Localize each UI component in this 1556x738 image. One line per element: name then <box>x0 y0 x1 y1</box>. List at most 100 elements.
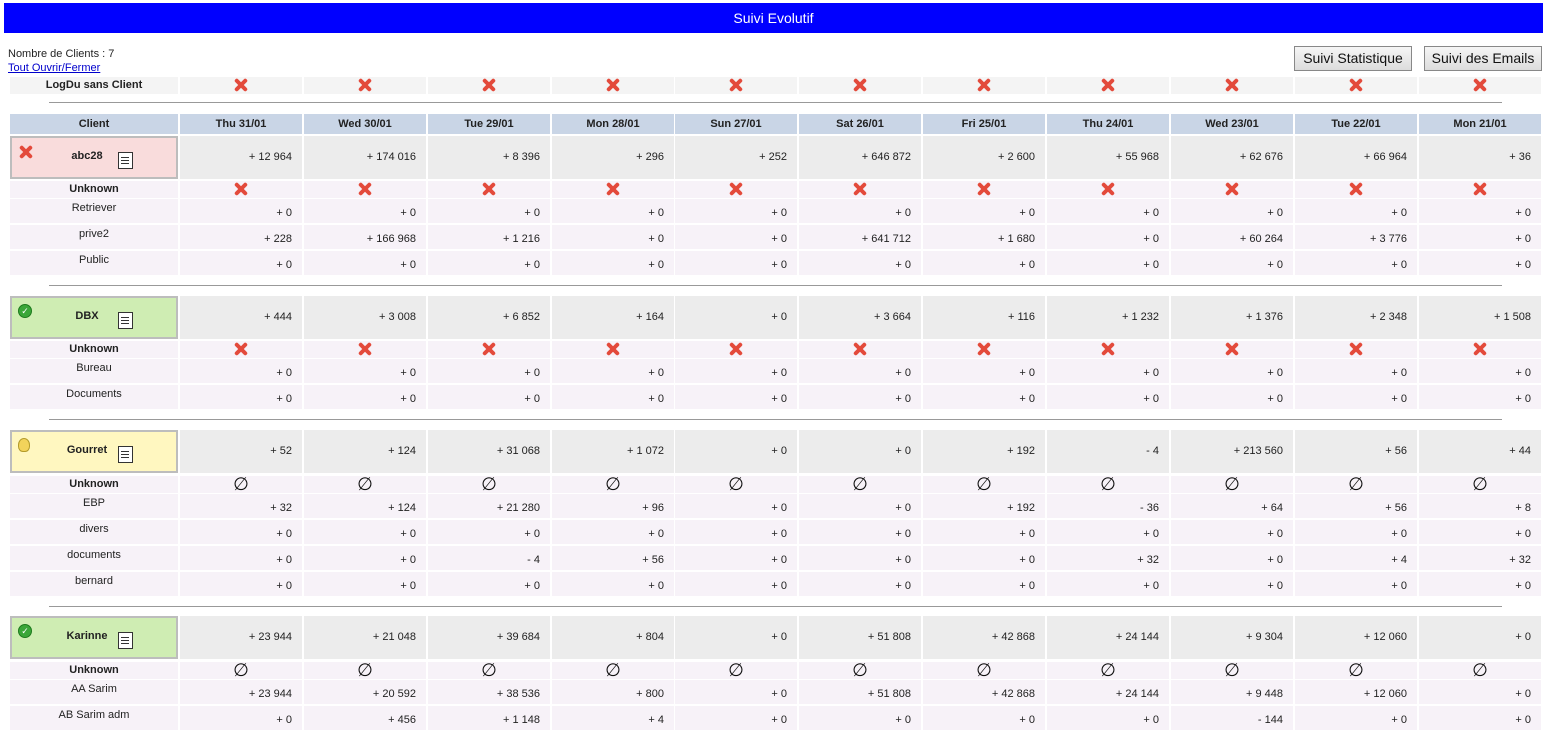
subrow-value: + 0 <box>1419 359 1541 383</box>
client-total-cell: + 36 <box>1419 136 1541 179</box>
subrow-value: - 4 <box>428 546 550 570</box>
subrow-value: + 641 712 <box>799 225 921 249</box>
subrow-value: + 0 <box>923 385 1045 409</box>
red-x-icon <box>233 341 249 357</box>
client-total-cell: + 66 964 <box>1295 136 1417 179</box>
section-divider <box>49 102 1502 103</box>
subrow-label: bernard <box>10 572 178 596</box>
client-total-cell: + 0 <box>799 430 921 473</box>
table-header-day: Mon 28/01 <box>552 114 674 134</box>
red-x-icon <box>728 181 744 197</box>
subrow-value: + 0 <box>552 520 674 544</box>
subrow-value: + 0 <box>552 385 674 409</box>
subrow-value: + 0 <box>1419 225 1541 249</box>
client-total-cell: + 804 <box>552 616 674 659</box>
unknown-status-cell: ∅ <box>552 662 674 680</box>
subrow-value: + 0 <box>923 520 1045 544</box>
unknown-label: Unknown <box>10 341 178 358</box>
unknown-status-cell: ∅ <box>675 662 797 680</box>
red-x-icon <box>852 77 868 93</box>
unknown-status-cell: ∅ <box>180 476 302 494</box>
client-name: Gourret <box>66 444 108 456</box>
table-header-day: Tue 22/01 <box>1295 114 1417 134</box>
subrow-label: AB Sarim adm <box>10 706 178 730</box>
no-client-status-cell <box>675 77 797 94</box>
red-x-icon <box>233 77 249 93</box>
client-total-cell: + 23 944 <box>180 616 302 659</box>
subrow-value: + 51 808 <box>799 680 921 704</box>
client-box-dbx[interactable]: ✓ DBX <box>10 296 178 339</box>
unknown-status-cell <box>428 181 550 198</box>
subrow-value: + 0 <box>799 706 921 730</box>
red-x-icon <box>1472 77 1488 93</box>
subrow-label: documents <box>10 546 178 570</box>
client-box-karinne[interactable]: ✓ Karinne <box>10 616 178 659</box>
subrow-value: + 0 <box>180 572 302 596</box>
red-x-icon <box>728 341 744 357</box>
client-total-cell: + 296 <box>552 136 674 179</box>
red-x-icon <box>976 77 992 93</box>
table-header-day: Sat 26/01 <box>799 114 921 134</box>
empty-set-icon: ∅ <box>1348 660 1364 681</box>
client-name: abc28 <box>71 150 103 162</box>
subrow-value: + 0 <box>799 359 921 383</box>
report-icon[interactable] <box>118 446 133 463</box>
red-x-icon <box>233 181 249 197</box>
section-divider <box>49 606 1502 607</box>
subrow-value: + 0 <box>1171 251 1293 275</box>
subrow-value: + 0 <box>923 706 1045 730</box>
empty-set-icon: ∅ <box>357 474 373 495</box>
subrow-value: + 0 <box>180 546 302 570</box>
subrow-value: + 0 <box>552 251 674 275</box>
client-box-gourret[interactable]: Gourret <box>10 430 178 473</box>
unknown-status-cell <box>1171 341 1293 358</box>
client-box-abc28[interactable]: abc28 <box>10 136 178 179</box>
subrow-value: + 0 <box>1419 199 1541 223</box>
client-total-cell: + 1 072 <box>552 430 674 473</box>
unknown-status-cell: ∅ <box>799 476 921 494</box>
subrow-value: + 0 <box>180 385 302 409</box>
report-icon[interactable] <box>118 312 133 329</box>
subrow-value: + 0 <box>675 546 797 570</box>
client-total-cell: + 174 016 <box>304 136 426 179</box>
no-client-status-cell <box>799 77 921 94</box>
empty-set-icon: ∅ <box>481 660 497 681</box>
subrow-value: + 0 <box>675 199 797 223</box>
red-x-icon <box>605 77 621 93</box>
subrow-value: + 0 <box>1047 199 1169 223</box>
subrow-value: + 56 <box>1295 494 1417 518</box>
client-total-cell: - 4 <box>1047 430 1169 473</box>
subrow-value: + 0 <box>675 359 797 383</box>
subrow-value: + 32 <box>180 494 302 518</box>
empty-set-icon: ∅ <box>1100 474 1116 495</box>
red-x-icon <box>357 341 373 357</box>
unknown-status-cell: ∅ <box>923 662 1045 680</box>
subrow-value: + 0 <box>1295 385 1417 409</box>
subrow-value: + 0 <box>304 359 426 383</box>
subrow-value: + 192 <box>923 494 1045 518</box>
subrow-value: + 0 <box>552 225 674 249</box>
subrow-value: + 60 264 <box>1171 225 1293 249</box>
table-header-day: Fri 25/01 <box>923 114 1045 134</box>
subrow-value: + 9 448 <box>1171 680 1293 704</box>
red-x-icon <box>1348 77 1364 93</box>
red-x-icon <box>481 341 497 357</box>
client-total-cell: + 213 560 <box>1171 430 1293 473</box>
report-icon[interactable] <box>118 152 133 169</box>
subrow-value: + 0 <box>180 251 302 275</box>
subrow-value: + 0 <box>799 494 921 518</box>
subrow-label: Retriever <box>10 199 178 223</box>
client-total-cell: + 55 968 <box>1047 136 1169 179</box>
section-divider <box>49 419 1502 420</box>
subrow-value: + 0 <box>1047 359 1169 383</box>
subrow-label: EBP <box>10 494 178 518</box>
unknown-status-cell <box>1295 181 1417 198</box>
no-client-status-cell <box>180 77 302 94</box>
subrow-value: + 0 <box>552 572 674 596</box>
subrow-value: + 0 <box>1295 572 1417 596</box>
report-icon[interactable] <box>118 632 133 649</box>
unknown-status-cell <box>799 181 921 198</box>
client-total-cell: + 2 348 <box>1295 296 1417 339</box>
subrow-value: + 0 <box>923 199 1045 223</box>
subrow-value: + 0 <box>304 546 426 570</box>
